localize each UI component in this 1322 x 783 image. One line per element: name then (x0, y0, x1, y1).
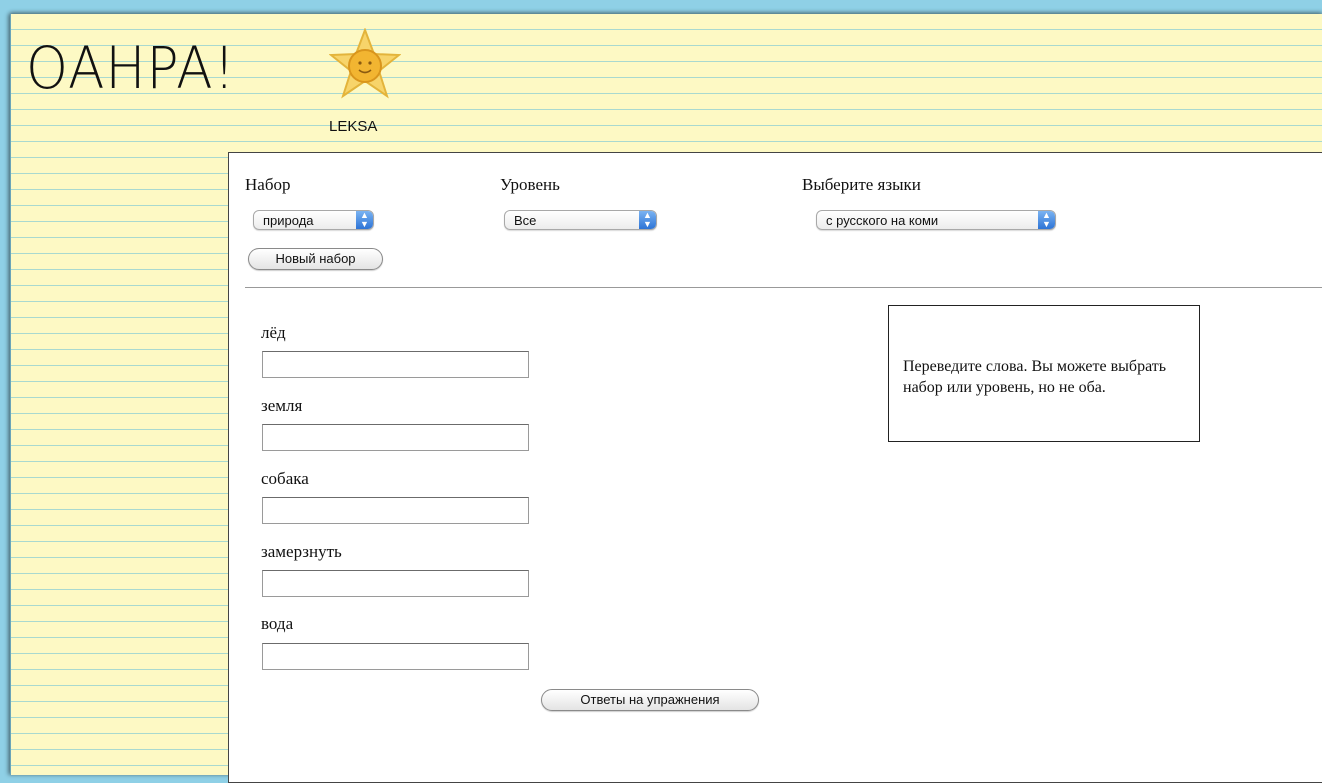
answer-input[interactable] (262, 570, 529, 597)
answer-input[interactable] (262, 351, 529, 378)
answer-input[interactable] (262, 497, 529, 524)
word-label: собака (261, 469, 309, 488)
word-label: замерзнуть (261, 542, 342, 561)
word-label: земля (261, 396, 303, 415)
updown-arrows-icon: ▲ ▼ (639, 211, 656, 229)
language-select-value: с русского на коми (826, 213, 939, 228)
set-label: Набор (245, 175, 291, 194)
show-answers-button[interactable]: Ответы на упражнения (541, 689, 759, 711)
language-select[interactable]: с русского на коми ▲ ▼ (816, 210, 1056, 230)
answer-input[interactable] (262, 424, 529, 451)
level-label: Уровень (500, 175, 560, 194)
answer-input[interactable] (262, 643, 529, 670)
oahpa-logo: OAHPA! (26, 34, 236, 102)
section-divider (245, 287, 1322, 288)
new-set-button[interactable]: Новый набор (248, 248, 383, 270)
word-label: лёд (261, 323, 286, 342)
leksa-subtitle: LEKSA (329, 118, 378, 135)
language-label: Выберите языки (802, 175, 921, 194)
word-label: вода (261, 614, 294, 633)
exercise-panel: Набор природа ▲ ▼ Новый набор Уровень Все… (228, 152, 1322, 783)
instructions-box: Переведите слова. Вы можете выбрать набо… (888, 305, 1200, 442)
updown-arrows-icon: ▲ ▼ (1038, 211, 1055, 229)
level-select[interactable]: Все ▲ ▼ (504, 210, 657, 230)
sun-star-icon (329, 28, 401, 99)
notebook-paper-background: OAHPA! LEKSA Набор природа ▲ ▼ Новый набо… (10, 14, 1322, 783)
updown-arrows-icon: ▲ ▼ (356, 211, 373, 229)
set-select-value: природа (263, 213, 314, 228)
set-select[interactable]: природа ▲ ▼ (253, 210, 374, 230)
level-select-value: Все (514, 213, 537, 228)
